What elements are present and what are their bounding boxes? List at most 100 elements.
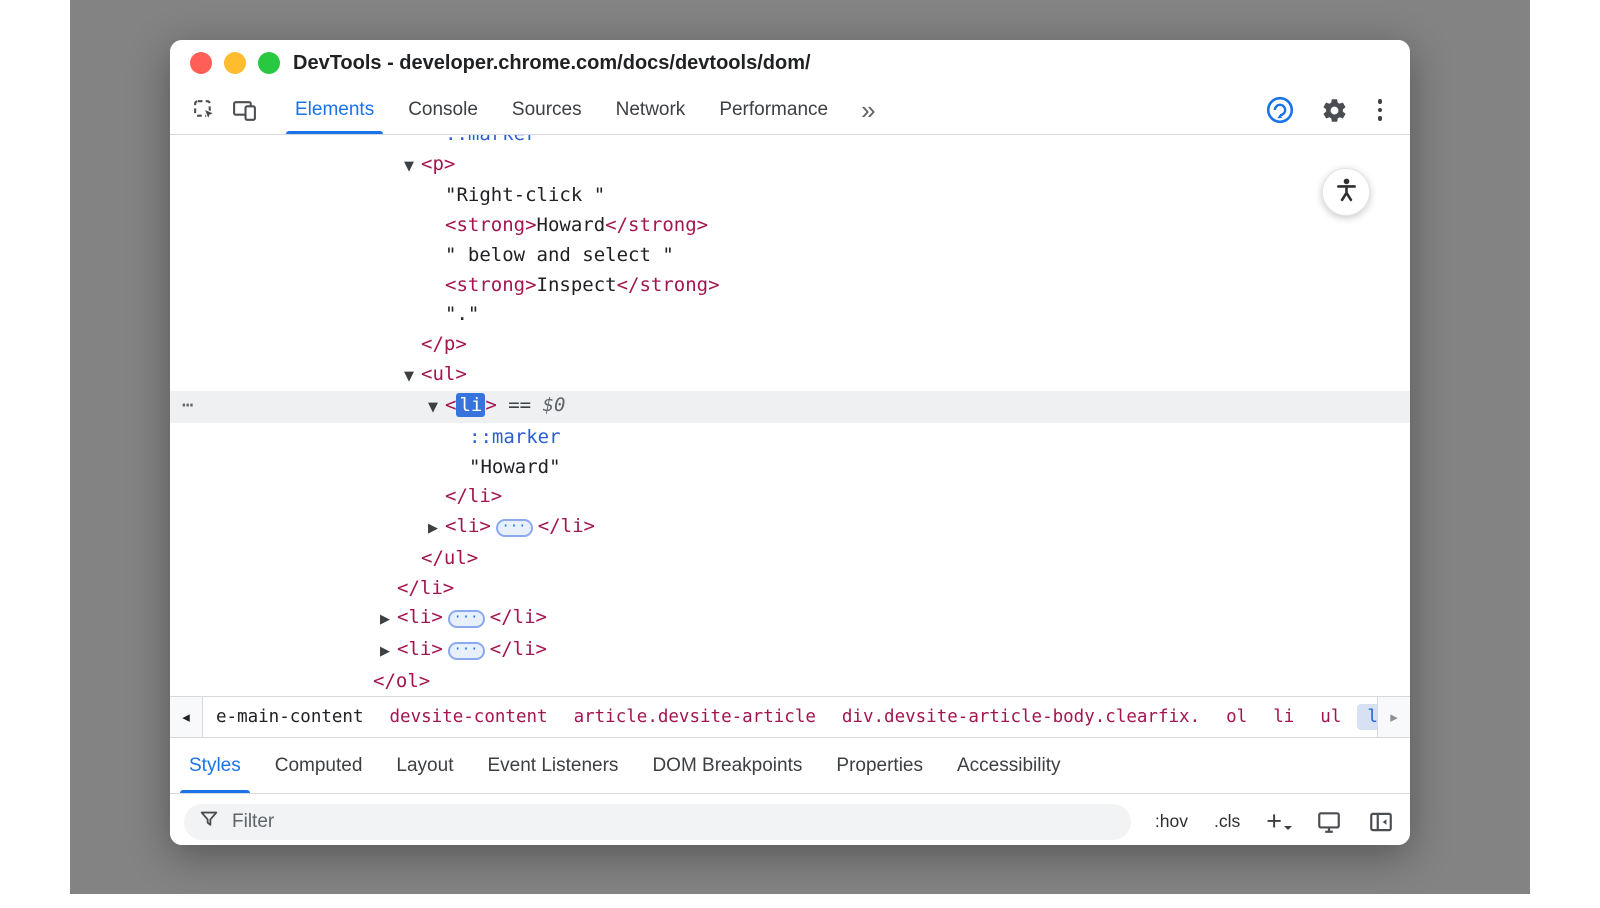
tree-line[interactable]: ▼<p> <box>170 150 1410 182</box>
disclosure-right-icon[interactable]: ▶ <box>380 637 397 667</box>
token-text: "." <box>445 303 479 325</box>
plus-icon: + <box>1266 806 1282 836</box>
tree-line[interactable]: </p> <box>170 330 1410 360</box>
token-tag: </li> <box>397 577 454 599</box>
breadcrumb-item[interactable]: div.devsite-article-body.clearfix. <box>829 707 1213 727</box>
tab-elements[interactable]: Elements <box>278 86 391 134</box>
tab-accessibility[interactable]: Accessibility <box>940 738 1077 793</box>
expand-inline-icon[interactable]: ··· <box>448 642 485 660</box>
tree-line[interactable]: ::marker <box>170 423 1410 453</box>
token-pseudo: ::marker <box>445 135 537 145</box>
token-tag: </p> <box>421 333 467 355</box>
token-tag: </strong> <box>617 274 720 296</box>
kebab-menu-icon[interactable] <box>1374 95 1387 125</box>
breadcrumb-forward-button[interactable]: ▸ <box>1377 697 1410 737</box>
toolbar-right <box>1265 95 1411 125</box>
disclosure-down-icon[interactable]: ▼ <box>404 362 421 392</box>
disclosure-right-icon[interactable]: ▶ <box>380 605 397 635</box>
device-toolbar-icon[interactable] <box>224 90 264 130</box>
tab-performance[interactable]: Performance <box>702 86 845 134</box>
token-tag: </ul> <box>421 547 478 569</box>
breadcrumb-item[interactable]: ul <box>1307 707 1354 727</box>
filter-pill <box>184 804 1131 840</box>
breadcrumb-item[interactable]: li <box>1357 704 1377 730</box>
window-title: DevTools - developer.chrome.com/docs/dev… <box>293 52 811 75</box>
breadcrumb-strip: e-main-contentdevsite-contentarticle.dev… <box>203 697 1377 737</box>
token-tag: </li> <box>538 515 595 537</box>
tree-line[interactable]: </li> <box>170 574 1410 604</box>
tab-properties[interactable]: Properties <box>819 738 940 793</box>
tab-event-listeners[interactable]: Event Listeners <box>470 738 635 793</box>
tree-line[interactable]: "Howard" <box>170 453 1410 483</box>
tree-line[interactable]: ▶<li>···</li> <box>170 512 1410 544</box>
tree-line[interactable]: ▼<ul> <box>170 360 1410 392</box>
tree-line[interactable]: ::marker <box>170 135 1410 150</box>
window-controls <box>190 52 280 74</box>
close-button[interactable] <box>190 52 212 74</box>
devtools-toolbar: ElementsConsoleSourcesNetworkPerformance… <box>170 86 1410 135</box>
token-tag: </li> <box>445 485 502 507</box>
tab-computed[interactable]: Computed <box>258 738 380 793</box>
tab-console[interactable]: Console <box>391 86 495 134</box>
hov-toggle[interactable]: :hov <box>1155 811 1188 832</box>
disclosure-right-icon[interactable]: ▶ <box>428 514 445 544</box>
window-titlebar: DevTools - developer.chrome.com/docs/dev… <box>170 40 1410 86</box>
disclosure-down-icon[interactable]: ▼ <box>404 152 421 182</box>
tab-network[interactable]: Network <box>599 86 703 134</box>
tree-line[interactable]: ⋯▼<li> == $0 <box>170 391 1410 423</box>
breadcrumb-item[interactable]: devsite-content <box>377 707 561 727</box>
breadcrumb-item[interactable]: e-main-content <box>203 707 377 727</box>
styles-filter-bar: :hov .cls + <box>170 794 1410 845</box>
breadcrumb-item[interactable]: ol <box>1213 707 1260 727</box>
minimize-button[interactable] <box>224 52 246 74</box>
more-tabs-button[interactable]: » <box>845 97 891 123</box>
disclosure-down-icon[interactable]: ▼ <box>428 393 445 423</box>
tree-line[interactable]: "." <box>170 300 1410 330</box>
token-text: "Right-click " <box>445 184 605 206</box>
token-text: Inspect <box>537 274 617 296</box>
token-tag: <li> <box>397 638 443 660</box>
tree-line[interactable]: <strong>Howard</strong> <box>170 211 1410 241</box>
tab-dom-breakpoints[interactable]: DOM Breakpoints <box>635 738 819 793</box>
tree-line[interactable]: " below and select " <box>170 241 1410 271</box>
settings-gear-icon[interactable] <box>1321 97 1348 124</box>
token-tag: <strong> <box>445 274 537 296</box>
tree-line[interactable]: ▶<li>···</li> <box>170 603 1410 635</box>
token-tag: <p> <box>421 153 455 175</box>
token-tag: </strong> <box>605 214 708 236</box>
breadcrumb-item[interactable]: li <box>1260 707 1307 727</box>
sync-icon[interactable] <box>1265 95 1295 125</box>
tree-line[interactable]: ▶<li>···</li> <box>170 635 1410 667</box>
tab-styles[interactable]: Styles <box>172 738 258 793</box>
token-tag: > <box>485 394 496 416</box>
token-tag: <strong> <box>445 214 537 236</box>
dropdown-caret-icon <box>1284 826 1292 834</box>
breadcrumb-item[interactable]: article.devsite-article <box>561 707 829 727</box>
tree-line[interactable]: </ol> <box>170 667 1410 696</box>
tree-line[interactable]: </ul> <box>170 544 1410 574</box>
tab-layout[interactable]: Layout <box>379 738 470 793</box>
token-eq: == <box>497 394 543 416</box>
breadcrumb-back-button[interactable]: ◂ <box>170 697 203 737</box>
tree-line[interactable]: <strong>Inspect</strong> <box>170 271 1410 301</box>
node-overflow-icon[interactable]: ⋯ <box>182 391 194 421</box>
display-icon[interactable] <box>1316 809 1342 835</box>
inspect-element-icon[interactable] <box>184 90 224 130</box>
dom-tree[interactable]: ::marker▼<p>"Right-click "<strong>Howard… <box>170 135 1410 696</box>
token-flag: $0 <box>543 394 566 416</box>
devtools-window: DevTools - developer.chrome.com/docs/dev… <box>170 40 1410 845</box>
panel-toggle-icon[interactable] <box>1368 809 1394 835</box>
tab-sources[interactable]: Sources <box>495 86 599 134</box>
tree-line[interactable]: "Right-click " <box>170 181 1410 211</box>
accessibility-person-icon <box>1333 176 1360 208</box>
accessibility-button[interactable] <box>1322 168 1370 216</box>
expand-inline-icon[interactable]: ··· <box>448 610 485 628</box>
filter-funnel-icon <box>198 808 220 835</box>
cls-toggle[interactable]: .cls <box>1214 811 1240 832</box>
new-style-rule-button[interactable]: + <box>1266 808 1290 835</box>
filter-input[interactable] <box>230 810 1117 834</box>
tree-line[interactable]: </li> <box>170 482 1410 512</box>
expand-inline-icon[interactable]: ··· <box>496 519 533 537</box>
filter-right-controls: :hov .cls + <box>1155 808 1394 835</box>
zoom-button[interactable] <box>258 52 280 74</box>
